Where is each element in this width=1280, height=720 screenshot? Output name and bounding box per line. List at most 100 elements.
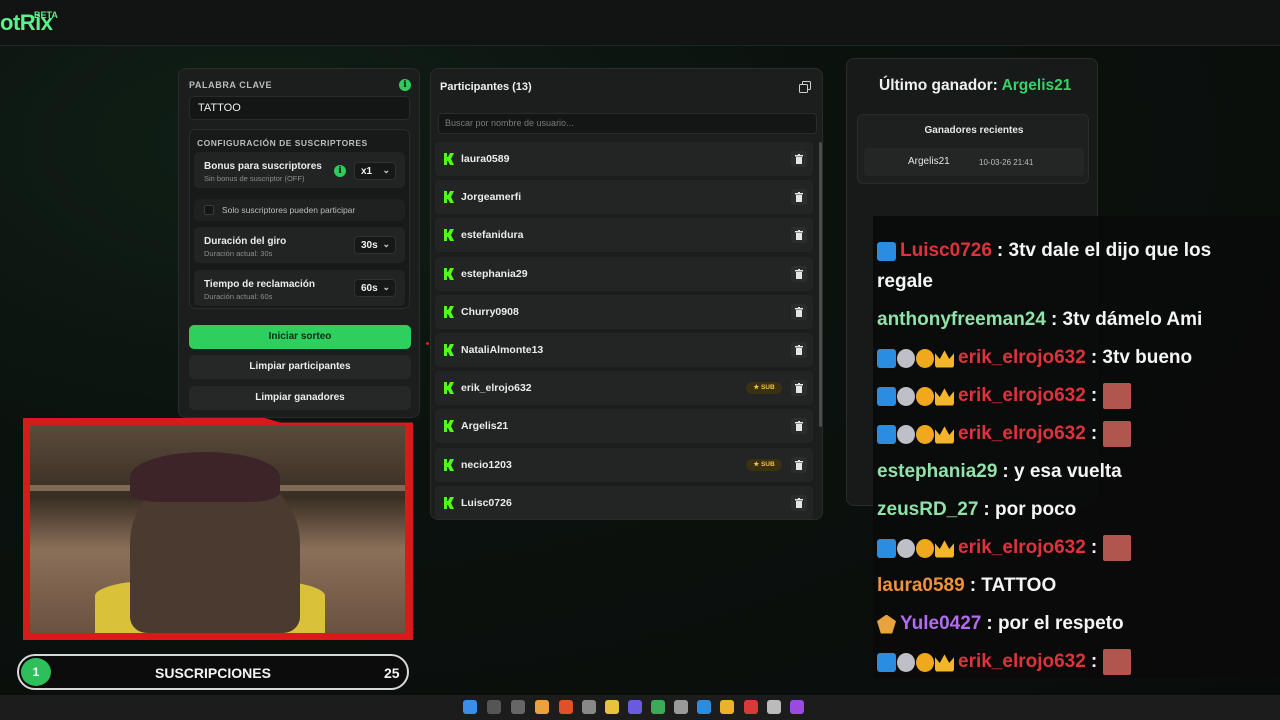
claim-subtitle: Duración actual: 60s (204, 292, 273, 301)
clear-winners-button[interactable]: Limpiar ganadores (189, 386, 411, 410)
trash-icon[interactable] (791, 265, 807, 282)
gem-icon (897, 538, 915, 558)
chat-badges (877, 348, 954, 368)
trash-icon[interactable] (791, 418, 807, 435)
app-icon[interactable] (628, 700, 642, 714)
chat-message-continuation: regale (877, 264, 1280, 300)
start-draw-button[interactable]: Iniciar sorteo (189, 325, 411, 349)
calendar-icon[interactable] (582, 700, 596, 714)
trash-icon[interactable] (791, 189, 807, 206)
app-icon[interactable] (744, 700, 758, 714)
clear-participants-button[interactable]: Limpiar participantes (189, 355, 411, 379)
chat-username[interactable]: erik_elrojo632 (958, 347, 1086, 369)
spin-title: Duración del giro (204, 236, 287, 247)
chevron-down-icon: ⌄ (382, 282, 390, 292)
chat-username[interactable]: laura0589 (877, 575, 965, 597)
chat-text: : 3tv bueno (1090, 347, 1193, 368)
chat-username[interactable]: erik_elrojo632 (958, 537, 1086, 559)
coin-icon (916, 424, 934, 444)
crown-icon (935, 388, 954, 406)
participant-row[interactable]: necio1203 ★ SUB (435, 447, 813, 482)
info-icon[interactable]: i (399, 79, 411, 91)
participant-row[interactable]: NataliAlmonte13 (435, 333, 813, 367)
chat-message: erik_elrojo632: (877, 416, 1280, 452)
trash-icon[interactable] (791, 380, 807, 397)
chat-message: estephania29: y esa vuelta (877, 454, 1280, 490)
chat-username[interactable]: Luisc0726 (900, 240, 992, 262)
bonus-value: x1 (361, 166, 373, 177)
search-icon[interactable] (487, 700, 501, 714)
participant-row[interactable]: erik_elrojo632 ★ SUB (435, 371, 813, 406)
chat-username[interactable]: estephania29 (877, 461, 997, 483)
participant-name: laura0589 (461, 153, 510, 165)
subs-count: 25 (384, 665, 400, 681)
chat-username[interactable]: erik_elrojo632 (958, 385, 1086, 407)
keyword-input[interactable]: TATTOO (189, 96, 410, 120)
participant-row[interactable]: Jorgeamerfi (435, 180, 813, 215)
copy-icon[interactable] (799, 81, 811, 93)
bonus-info-icon[interactable]: i (334, 165, 346, 177)
chat-username[interactable]: zeusRD_27 (877, 499, 978, 521)
emote-icon (1103, 383, 1132, 409)
app-icon[interactable] (697, 700, 711, 714)
chat-badges (877, 614, 896, 634)
chat-overlay: Luisc0726: 3tv dale el dijo que los regal… (873, 216, 1280, 678)
app-icon[interactable] (790, 700, 804, 714)
taskbar (0, 695, 1280, 720)
gem-icon (897, 424, 915, 444)
start-icon[interactable] (463, 700, 477, 714)
participant-scrollbar[interactable] (819, 142, 822, 427)
trash-icon[interactable] (791, 151, 807, 167)
kick-icon (444, 153, 454, 165)
claim-title: Tiempo de reclamación (204, 279, 315, 290)
moderator-icon (877, 652, 896, 672)
app-icon[interactable] (720, 700, 734, 714)
trash-icon[interactable] (791, 456, 807, 473)
claim-select[interactable]: 60s ⌄ (354, 279, 396, 297)
gem-icon (877, 614, 896, 634)
browser-icon[interactable] (651, 700, 665, 714)
bonus-subtitle: Sin bonus de suscriptor (OFF) (204, 174, 305, 183)
chrome-icon[interactable] (535, 700, 549, 714)
trash-icon[interactable] (791, 342, 807, 358)
chat-message: laura0589: TATTOO (877, 568, 1280, 604)
bonus-title: Bonus para suscriptores (204, 161, 322, 172)
trash-icon[interactable] (791, 303, 807, 320)
subs-only-row[interactable]: Solo suscriptores pueden participar (194, 199, 405, 221)
participant-row[interactable]: Churry0908 (435, 294, 813, 329)
participant-row[interactable]: estefanidura (435, 218, 813, 253)
chat-username[interactable]: Yule0427 (900, 613, 981, 635)
trash-icon[interactable] (791, 227, 807, 244)
coin-icon (916, 652, 934, 672)
participant-row[interactable]: Argelis21 (435, 409, 813, 444)
trash-icon[interactable] (791, 494, 807, 511)
subs-only-checkbox[interactable] (204, 205, 214, 215)
settings-icon[interactable] (767, 700, 781, 714)
participant-row[interactable]: laura0589 (435, 142, 813, 176)
moderator-icon (877, 424, 896, 444)
participant-name: necio1203 (461, 458, 512, 471)
coin-icon (916, 386, 934, 406)
emote-icon (1103, 421, 1132, 447)
kick-icon (444, 458, 454, 471)
subs-only-label: Solo suscriptores pueden participar (222, 205, 356, 215)
chat-username[interactable]: erik_elrojo632 (958, 651, 1086, 673)
sub-badge-label: SUB (760, 384, 775, 392)
bonus-select[interactable]: x1 ⌄ (354, 162, 396, 180)
spin-select[interactable]: 30s ⌄ (354, 236, 396, 254)
chat-username[interactable]: erik_elrojo632 (958, 423, 1086, 445)
emote-icon (1103, 649, 1132, 675)
participant-name: Argelis21 (461, 420, 509, 433)
folder-icon[interactable] (605, 700, 619, 714)
crown-icon (935, 540, 954, 558)
participant-row[interactable]: Luisc0726 (435, 485, 813, 519)
chat-username[interactable]: anthonyfreeman24 (877, 309, 1046, 331)
app-icon[interactable] (674, 700, 688, 714)
participant-row[interactable]: estephania29 (435, 256, 813, 291)
brave-icon[interactable] (559, 700, 573, 714)
gem-icon (897, 386, 915, 406)
taskview-icon[interactable] (511, 700, 525, 714)
participant-search-input[interactable]: Buscar por nombre de usuario... (438, 113, 817, 134)
chat-message: erik_elrojo632: 3tv bueno (877, 340, 1280, 376)
chevron-down-icon: ⌄ (382, 239, 390, 249)
